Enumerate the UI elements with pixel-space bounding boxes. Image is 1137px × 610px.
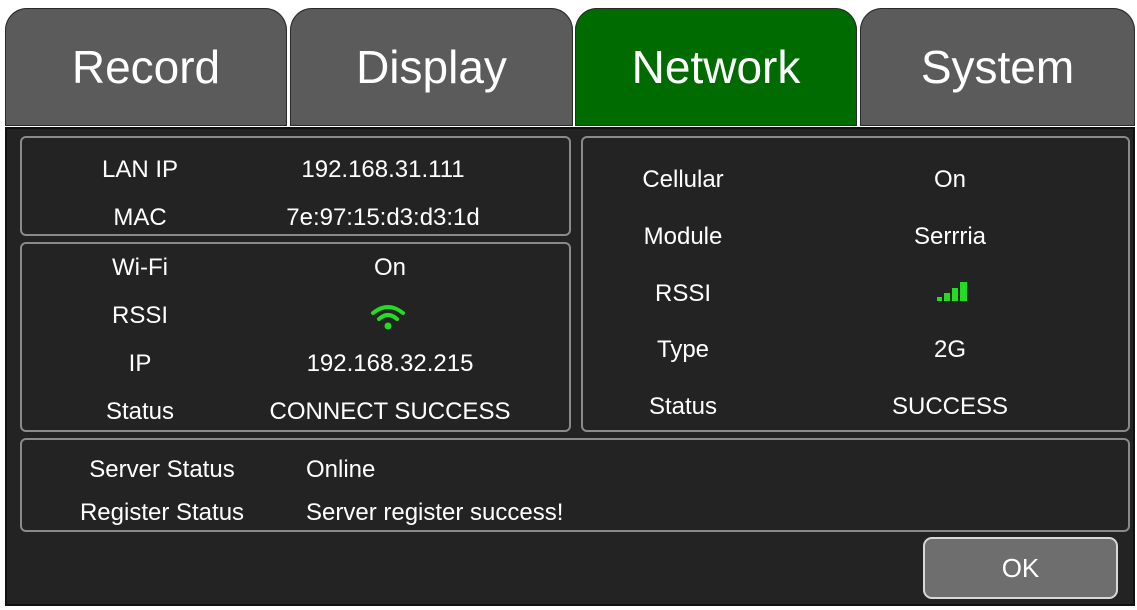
server-status-value: Online bbox=[306, 456, 376, 483]
wifi-box: Wi-Fi On RSSI IP 192.168.32.215 Status C… bbox=[20, 242, 571, 432]
lan-ip-label: LAN IP bbox=[101, 156, 179, 183]
cellular-rssi-label: RSSI bbox=[654, 280, 712, 307]
lan-ip-value: 192.168.31.111 bbox=[301, 156, 465, 183]
type-label: Type bbox=[656, 336, 710, 363]
module-value: Serrria bbox=[913, 223, 987, 250]
tab-network[interactable]: Network bbox=[575, 8, 857, 126]
wifi-ip-value: 192.168.32.215 bbox=[306, 350, 474, 377]
server-box: Server Status Online Register Status Ser… bbox=[20, 438, 1130, 532]
cellular-status-value: SUCCESS bbox=[891, 393, 1009, 420]
cellular-label: Cellular bbox=[642, 166, 724, 193]
wifi-status-label: Status bbox=[105, 398, 175, 425]
ok-button[interactable]: OK bbox=[923, 537, 1118, 599]
cellular-box: Cellular On Module Serrria RSSI Type 2G … bbox=[581, 136, 1130, 432]
mac-label: MAC bbox=[113, 204, 167, 231]
network-panel: LAN IP 192.168.31.111 MAC 7e:97:15:d3:d3… bbox=[5, 127, 1135, 606]
cellular-signal-icon bbox=[937, 282, 967, 301]
tab-system[interactable]: System bbox=[860, 8, 1135, 126]
wifi-signal-icon bbox=[371, 305, 405, 330]
module-label: Module bbox=[643, 223, 723, 250]
tab-record[interactable]: Record bbox=[5, 8, 287, 126]
register-status-label: Register Status bbox=[79, 499, 245, 526]
wifi-rssi-label: RSSI bbox=[111, 302, 169, 329]
server-status-label: Server Status bbox=[89, 456, 235, 483]
tab-display[interactable]: Display bbox=[290, 8, 573, 126]
type-value: 2G bbox=[933, 336, 967, 363]
cellular-value: On bbox=[933, 166, 967, 193]
register-status-value: Server register success! bbox=[306, 499, 564, 526]
wifi-label: Wi-Fi bbox=[112, 254, 168, 281]
lan-box: LAN IP 192.168.31.111 MAC 7e:97:15:d3:d3… bbox=[20, 136, 571, 236]
tab-bar: Record Display Network System bbox=[5, 8, 1135, 126]
cellular-status-label: Status bbox=[648, 393, 718, 420]
wifi-value: On bbox=[373, 254, 407, 281]
mac-value: 7e:97:15:d3:d3:1d bbox=[286, 204, 480, 231]
wifi-ip-label: IP bbox=[128, 350, 152, 377]
wifi-status-value: CONNECT SUCCESS bbox=[269, 398, 511, 425]
